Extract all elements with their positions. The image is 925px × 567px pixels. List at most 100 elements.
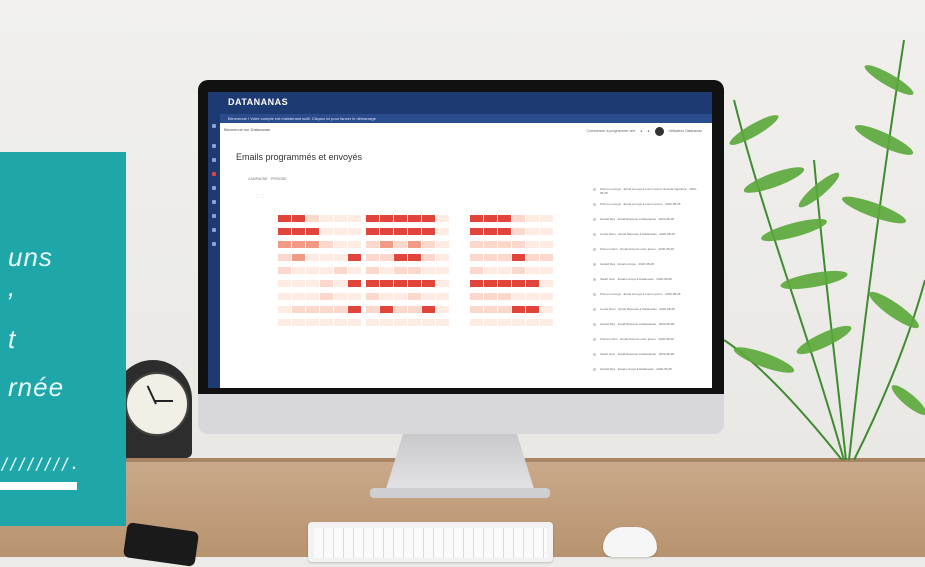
bell-icon[interactable]: ●	[640, 129, 642, 133]
heatmap-cell	[540, 267, 553, 274]
page-title: Emails programmés et envoyés	[236, 152, 363, 162]
monitor-stand	[385, 434, 535, 492]
heatmap-cell	[334, 293, 347, 300]
heatmap-cell	[470, 280, 483, 287]
heatmap-cell	[484, 215, 497, 222]
heatmap-cell	[422, 228, 435, 235]
heatmap-cell	[334, 306, 347, 313]
heatmap-cell	[512, 306, 525, 313]
stats-icon[interactable]	[212, 228, 216, 232]
user-link[interactable]: Commencer à programmer une	[586, 129, 635, 133]
feed-item[interactable]: Prénom Nom · Email Ouvert Lorem ipsum · …	[593, 337, 705, 345]
settings-icon[interactable]	[212, 214, 216, 218]
feed-dot-icon	[593, 353, 596, 356]
heatmap-cell	[436, 215, 449, 222]
heatmap-cell	[306, 254, 319, 261]
heatmap-cell	[348, 306, 361, 313]
heatmap-cell	[408, 306, 421, 313]
heatmap-cell	[540, 241, 553, 248]
overlay-underline	[0, 482, 77, 490]
heatmap-cell	[408, 228, 421, 235]
heatmap-cell	[422, 267, 435, 274]
menu-icon[interactable]: ●	[647, 129, 649, 133]
feed-dot-icon	[593, 323, 596, 326]
feed-item[interactable]: Prénom envoyé · Email envoyé à Lorem ips…	[593, 187, 705, 195]
feed-item[interactable]: Sarah Nom · Email envoyé à Datananas · 2…	[593, 277, 705, 285]
heatmap-cell	[348, 241, 361, 248]
heatmap-cell	[366, 215, 379, 222]
feed-item-text: Prénom envoyé · Email envoyé à Lorem ips…	[600, 187, 697, 195]
overlay-text-line-2: ,	[8, 272, 17, 302]
help-icon[interactable]	[212, 242, 216, 246]
heatmap-cell	[366, 254, 379, 261]
contacts-icon[interactable]	[212, 158, 216, 162]
heatmap-cell	[306, 228, 319, 235]
heatmap-cell	[334, 215, 347, 222]
heatmap-cell	[540, 215, 553, 222]
heatmap-cell	[408, 267, 421, 274]
feed-item-text: Lucas Roux · Email Réponse à Datananas ·…	[600, 307, 675, 311]
heatmap-cell	[320, 254, 333, 261]
user-box[interactable]: Commencer à programmer une ● ● Utilisate…	[586, 125, 702, 137]
heatmap-cell	[394, 306, 407, 313]
feed-item[interactable]: Lucas Roux · Email Réponse à Datananas ·…	[593, 307, 705, 315]
heatmap-cell	[526, 267, 539, 274]
mail-icon[interactable]	[212, 172, 216, 176]
feed-item[interactable]: Prénom envoyé · Email envoyé à Lorem ips…	[593, 202, 705, 210]
overlay-text-line-1: uns	[8, 242, 53, 272]
heatmap-cell	[278, 306, 291, 313]
campaign-icon[interactable]	[212, 186, 216, 190]
heatmap-cell	[306, 306, 319, 313]
heatmap-cell	[436, 319, 449, 326]
heatmap-cell	[422, 215, 435, 222]
home-icon[interactable]	[212, 124, 216, 128]
avatar[interactable]	[654, 126, 664, 136]
heatmap-cell	[366, 267, 379, 274]
heatmap-cell	[348, 293, 361, 300]
heatmap-cell	[422, 280, 435, 287]
heatmap-cell	[540, 306, 553, 313]
heatmap-cell	[540, 254, 553, 261]
heatmap-cell	[436, 241, 449, 248]
feed-item[interactable]: Gérald Rey · Email envoyé · 2020-08-28	[593, 262, 705, 270]
feed-item[interactable]: Gérald Rey · Email Réponse à Datananas ·…	[593, 322, 705, 330]
feed-item[interactable]: Prénom Nom · Email Ouvert Lorem ipsum · …	[593, 247, 705, 255]
dashboard-icon[interactable]	[212, 144, 216, 148]
calendar-icon[interactable]	[212, 200, 216, 204]
heatmap-cell	[470, 215, 483, 222]
feed-item-text: Gérald Rey · Email Réponse à Datananas ·…	[600, 217, 675, 221]
heatmap-cell	[526, 319, 539, 326]
heatmap-cell	[540, 293, 553, 300]
feed-item[interactable]: Prénom envoyé · Email envoyé à Lorem ips…	[593, 292, 705, 300]
heatmap-cell	[292, 280, 305, 287]
heatmap-cell	[366, 228, 379, 235]
heatmap-cell	[366, 241, 379, 248]
heatmap-cell	[498, 267, 511, 274]
feed-item[interactable]: Gérald Rey · Email envoyé à Datananas · …	[593, 367, 705, 375]
feed-item[interactable]: Gérald Rey · Email Réponse à Datananas ·…	[593, 217, 705, 225]
heatmap-cell	[512, 228, 525, 235]
feed-item-text: Prénom envoyé · Email envoyé à Lorem ips…	[600, 202, 681, 206]
heatmap-cell	[380, 241, 393, 248]
monitor-base	[370, 488, 550, 498]
fern-plant-icon	[724, 39, 925, 461]
heatmap-cell	[498, 241, 511, 248]
feed-dot-icon	[593, 203, 596, 206]
heatmap-cell	[512, 241, 525, 248]
heatmap-cell	[320, 280, 333, 287]
app-sidebar	[208, 114, 220, 388]
feed-item[interactable]: Sarah Nom · Email Réponse à Datananas · …	[593, 352, 705, 360]
heatmap-cell	[484, 254, 497, 261]
heatmap-cell	[498, 215, 511, 222]
feed-dot-icon	[593, 248, 596, 251]
feed-item[interactable]: Lucas Roux · Email Réponse à Datananas ·…	[593, 232, 705, 240]
notice-banner[interactable]: Bienvenue ! Votre compte est maintenant …	[220, 114, 712, 123]
heatmap-cell	[292, 228, 305, 235]
heatmap-cell	[320, 228, 333, 235]
heatmap-cell	[320, 319, 333, 326]
filters[interactable]: CAMPAGNE · PERIODE	[248, 177, 287, 181]
heatmap-cell	[306, 319, 319, 326]
heatmap-cell	[512, 254, 525, 261]
heatmap-cell	[394, 254, 407, 261]
heatmap-cell	[470, 228, 483, 235]
